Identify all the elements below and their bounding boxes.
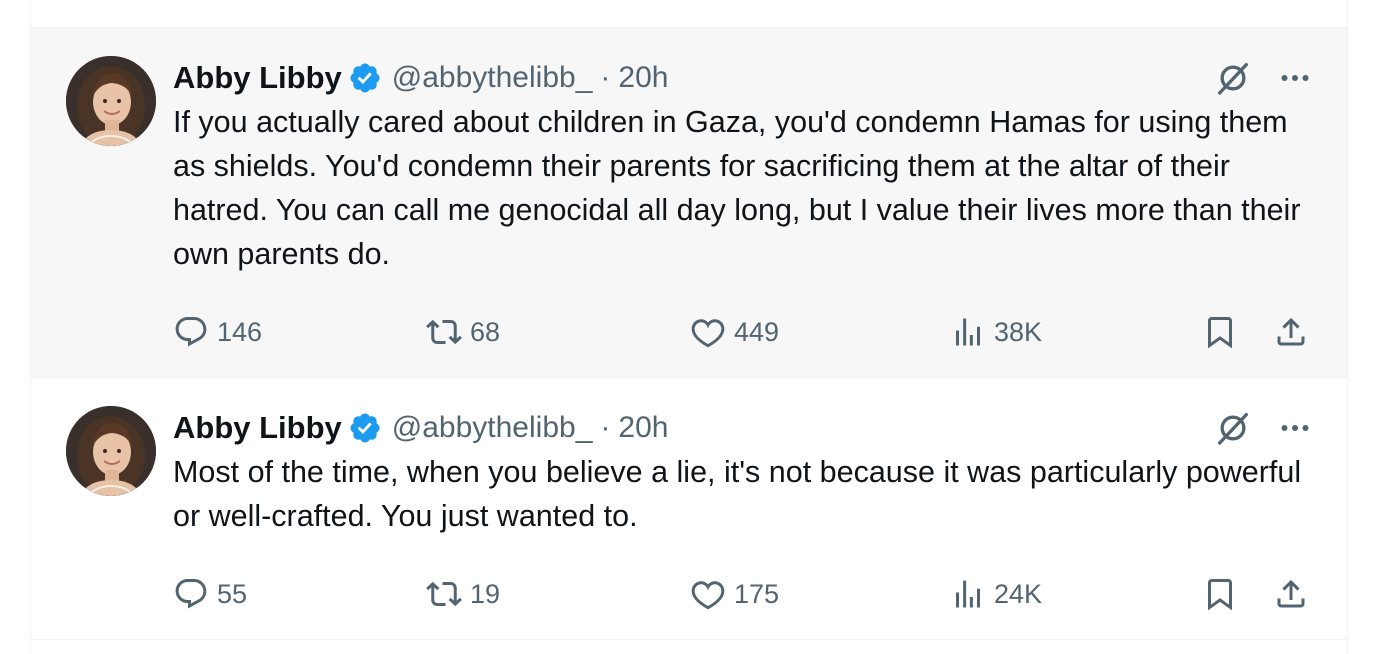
views-button[interactable]: 24K [950, 572, 1042, 616]
author-name[interactable]: Abby Libby [173, 410, 342, 446]
separator-dot: · [600, 61, 611, 94]
views-icon [950, 576, 986, 612]
tweet-text: Most of the time, when you believe a lie… [173, 455, 1302, 533]
tweet-header: Abby Libby @abbythelibb_ · 20h [173, 54, 1313, 102]
more-icon[interactable] [1277, 60, 1313, 96]
like-count: 449 [734, 316, 780, 347]
bookmark-icon [1202, 314, 1238, 350]
share-button[interactable] [1273, 572, 1309, 616]
tweet-header-actions [1213, 408, 1313, 448]
reply-button[interactable]: 146 [173, 310, 262, 354]
more-icon[interactable] [1277, 410, 1313, 446]
heart-icon [690, 576, 726, 612]
retweet-icon [426, 576, 462, 612]
like-count: 175 [734, 578, 780, 609]
heart-icon [690, 314, 726, 350]
grok-icon[interactable] [1213, 58, 1253, 98]
reply-count: 55 [217, 578, 248, 609]
reply-icon [173, 576, 209, 612]
tweet-content: Abby Libby @abbythelibb_ · 20h If you ac… [173, 54, 1313, 276]
views-button[interactable]: 38K [950, 310, 1042, 354]
avatar[interactable] [66, 406, 156, 496]
views-icon [950, 314, 986, 350]
like-button[interactable]: 449 [690, 310, 779, 354]
retweet-icon [426, 314, 462, 350]
avatar[interactable] [66, 56, 156, 146]
reply-button[interactable]: 55 [173, 572, 247, 616]
previous-tweet-edge [31, 0, 1347, 28]
separator-dot: · [600, 411, 611, 444]
author-handle[interactable]: @abbythelibb_ [392, 411, 593, 445]
share-icon [1273, 314, 1309, 350]
retweet-button[interactable]: 68 [426, 310, 500, 354]
tweet-actions: 55 19 175 24K [173, 572, 1313, 616]
timestamp[interactable]: 20h [618, 411, 668, 445]
share-icon [1273, 576, 1309, 612]
retweet-button[interactable]: 19 [426, 572, 500, 616]
views-count: 38K [994, 316, 1043, 347]
bookmark-icon [1202, 576, 1238, 612]
timestamp[interactable]: 20h [618, 61, 668, 95]
grok-icon[interactable] [1213, 408, 1253, 448]
tweet-text: If you actually cared about children in … [173, 105, 1301, 271]
author-name[interactable]: Abby Libby [173, 60, 342, 96]
views-count: 24K [994, 578, 1043, 609]
author-handle[interactable]: @abbythelibb_ [392, 61, 593, 95]
tweet[interactable]: Abby Libby @abbythelibb_ · 20h Most of t… [31, 378, 1347, 640]
bookmark-button[interactable] [1202, 572, 1238, 616]
like-button[interactable]: 175 [690, 572, 779, 616]
bookmark-button[interactable] [1202, 310, 1238, 354]
tweet[interactable]: Abby Libby @abbythelibb_ · 20h If you ac… [31, 28, 1347, 378]
retweet-count: 68 [470, 316, 501, 347]
reply-count: 146 [217, 316, 263, 347]
tweet-header: Abby Libby @abbythelibb_ · 20h [173, 404, 1313, 452]
verified-badge-icon[interactable] [348, 411, 382, 445]
retweet-count: 19 [470, 578, 501, 609]
reply-icon [173, 314, 209, 350]
tweet-actions: 146 68 449 38K [173, 310, 1313, 354]
verified-badge-icon[interactable] [348, 61, 382, 95]
tweet-content: Abby Libby @abbythelibb_ · 20h Most of t… [173, 404, 1313, 538]
share-button[interactable] [1273, 310, 1309, 354]
timeline-feed: Abby Libby @abbythelibb_ · 20h If you ac… [30, 0, 1348, 654]
tweet-header-actions [1213, 58, 1313, 98]
